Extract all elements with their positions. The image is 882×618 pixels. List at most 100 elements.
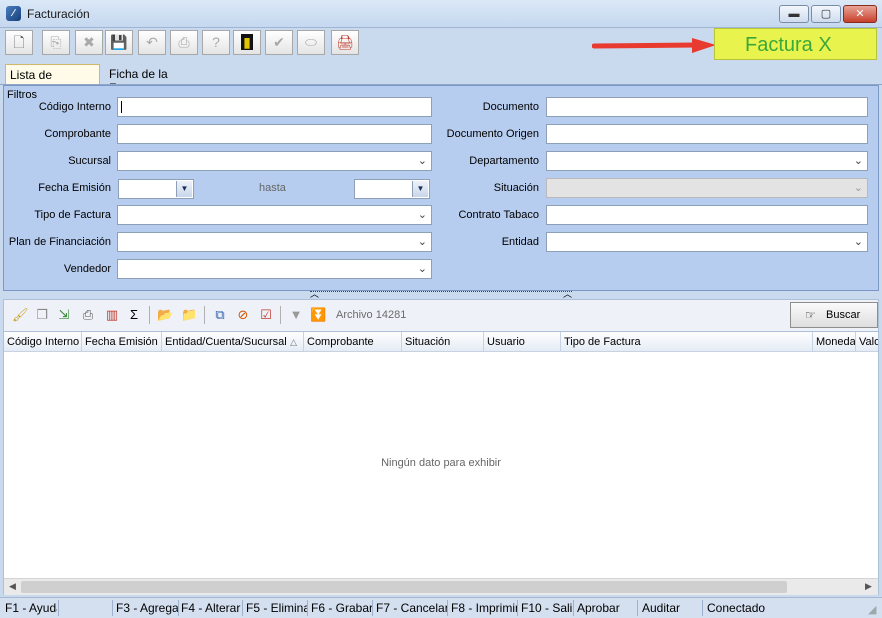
contrato-tabaco-input[interactable] — [546, 205, 868, 225]
status-separator — [573, 600, 574, 616]
codigo-interno-input[interactable] — [117, 97, 432, 117]
folder-open-icon[interactable]: 📂 — [157, 307, 173, 323]
tab-lista-facturas[interactable]: Lista de Facturas — [5, 64, 100, 96]
new-document-button[interactable]: 🗋 — [5, 30, 33, 55]
maximize-button[interactable]: ▢ — [811, 5, 841, 23]
horizontal-scrollbar[interactable]: ◀ ▶ — [4, 578, 878, 595]
panel-splitter[interactable]: ︿ ︿ — [310, 289, 572, 299]
label-comprobante: Comprobante — [44, 128, 111, 140]
fecha-emision-desde-input[interactable]: ▼ — [118, 179, 194, 199]
column-header-comprobante[interactable]: Comprobante — [304, 332, 402, 352]
toolbar-separator — [204, 306, 205, 324]
buscar-button[interactable]: ☞ Buscar — [790, 302, 878, 328]
scroll-right-icon[interactable]: ▶ — [865, 581, 872, 592]
close-button[interactable]: ✕ — [843, 5, 877, 23]
window-title: Facturación — [27, 7, 90, 21]
label-departamento: Departamento — [469, 155, 539, 167]
brush-icon[interactable]: 🖌 — [12, 307, 29, 323]
exit-icon: ▮ — [241, 34, 253, 50]
print-alert-button[interactable]: 🖨 — [331, 30, 359, 55]
tipo-factura-select[interactable]: ⌄ — [117, 205, 432, 225]
status-separator — [702, 600, 703, 616]
column-header-entidad-label: Entidad/Cuenta/Sucursal — [165, 336, 287, 348]
copy-icon[interactable]: ❐ — [34, 307, 50, 323]
clear-button[interactable]: ⬭ — [297, 30, 325, 55]
column-header-moneda[interactable]: Moneda — [813, 332, 856, 352]
undo-icon: ↶ — [146, 34, 158, 50]
status-f4-alterar[interactable]: F4 - Alterar — [181, 601, 242, 615]
status-conectado: Conectado — [707, 601, 766, 615]
comprobante-input[interactable] — [117, 124, 432, 144]
fecha-emision-hasta-input[interactable]: ▼ — [354, 179, 430, 199]
status-f10-salir[interactable]: F10 - Salir — [521, 601, 573, 615]
chevron-down-icon: ⌄ — [417, 236, 427, 248]
tab-ficha-factura[interactable]: Ficha de la Factura — [105, 64, 205, 95]
columns-icon[interactable]: ▥ — [104, 307, 120, 323]
print-icon[interactable]: ⎙ — [80, 307, 96, 323]
chevron-down-icon: ⌄ — [417, 209, 427, 221]
delete-button[interactable]: ✖ — [75, 30, 103, 55]
column-header-codigo-interno[interactable]: Código Interno — [4, 332, 82, 352]
copy-document-icon: ⎘ — [50, 34, 62, 50]
new-document-icon: 🗋 — [13, 34, 25, 50]
vendedor-select[interactable]: ⌄ — [117, 259, 432, 279]
check-icon: ✔ — [273, 34, 285, 50]
scroll-left-icon[interactable]: ◀ — [9, 581, 16, 592]
column-header-situacion[interactable]: Situación — [402, 332, 484, 352]
column-header-fecha-emision[interactable]: Fecha Emisión — [82, 332, 162, 352]
stop-icon[interactable]: ⊘ — [235, 307, 251, 323]
approve-button[interactable]: ✔ — [265, 30, 293, 55]
print-icon: ⎙ — [178, 34, 190, 50]
attach-icon[interactable]: ⧉ — [212, 307, 228, 323]
resize-grip-icon[interactable]: ◢ — [868, 603, 876, 616]
entidad-select[interactable]: ⌄ — [546, 232, 868, 252]
help-button[interactable]: ? — [202, 30, 230, 55]
column-header-usuario[interactable]: Usuario — [484, 332, 561, 352]
situacion-select[interactable]: ⌄ — [546, 178, 868, 198]
column-header-entidad[interactable]: Entidad/Cuenta/Sucursal △ — [162, 332, 304, 352]
export-icon[interactable]: ⇲ — [56, 307, 72, 323]
scrollbar-thumb[interactable] — [21, 581, 787, 593]
status-f7-cancelar[interactable]: F7 - Cancelar — [376, 601, 447, 615]
sum-icon[interactable]: Σ — [126, 307, 142, 323]
label-contrato-tabaco: Contrato Tabaco — [458, 209, 539, 221]
label-documento-origen: Documento Origen — [446, 128, 539, 140]
status-f3-agregar[interactable]: F3 - Agregar — [116, 601, 178, 615]
move-bottom-icon[interactable]: ⏬ — [310, 307, 326, 323]
status-f6-grabar[interactable]: F6 - Grabar — [311, 601, 372, 615]
documento-origen-input[interactable] — [546, 124, 868, 144]
grid-header: Código Interno Fecha Emisión Entidad/Cue… — [4, 332, 878, 352]
column-header-tipo-factura[interactable]: Tipo de Factura — [561, 332, 813, 352]
dropdown-arrow-icon[interactable]: ▼ — [176, 181, 192, 197]
move-down-icon[interactable]: ▼ — [288, 307, 304, 323]
filters-legend: Filtros — [7, 89, 37, 101]
printer-alert-icon: 🖨 — [336, 34, 354, 50]
sucursal-select[interactable]: ⌄ — [117, 151, 432, 171]
status-aprobar[interactable]: Aprobar — [577, 601, 635, 615]
label-fecha-emision: Fecha Emisión — [38, 182, 111, 194]
minimize-button[interactable]: ▬ — [779, 5, 809, 23]
plan-financiacion-select[interactable]: ⌄ — [117, 232, 432, 252]
status-f5-eliminar[interactable]: F5 - Eliminar — [246, 601, 307, 615]
documento-input[interactable] — [546, 97, 868, 117]
status-auditar[interactable]: Auditar — [642, 601, 700, 615]
undo-button[interactable]: ↶ — [138, 30, 166, 55]
status-f1-ayuda[interactable]: F1 - Ayuda — [5, 601, 57, 615]
buscar-label: Buscar — [826, 309, 861, 321]
status-f8-imprimir[interactable]: F8 - Imprimir — [451, 601, 517, 615]
folder-icon[interactable]: 📁 — [181, 307, 197, 323]
column-header-valor[interactable]: Valo — [856, 332, 878, 352]
label-situacion: Situación — [493, 182, 539, 194]
save-button[interactable]: 💾 — [105, 30, 133, 55]
delete-icon: ✖ — [83, 34, 95, 50]
checklist-icon[interactable]: ☑ — [258, 307, 274, 323]
invoice-type-badge: Factura X — [714, 28, 877, 60]
departamento-select[interactable]: ⌄ — [546, 151, 868, 171]
dropdown-arrow-icon[interactable]: ▼ — [412, 181, 428, 197]
exit-button[interactable]: ▮ — [233, 30, 261, 55]
copy-document-button[interactable]: ⎘ — [42, 30, 70, 55]
print-button[interactable]: ⎙ — [170, 30, 198, 55]
label-documento: Documento — [482, 101, 539, 113]
chevron-down-icon: ⌄ — [417, 155, 427, 167]
red-arrow-icon — [592, 38, 716, 53]
